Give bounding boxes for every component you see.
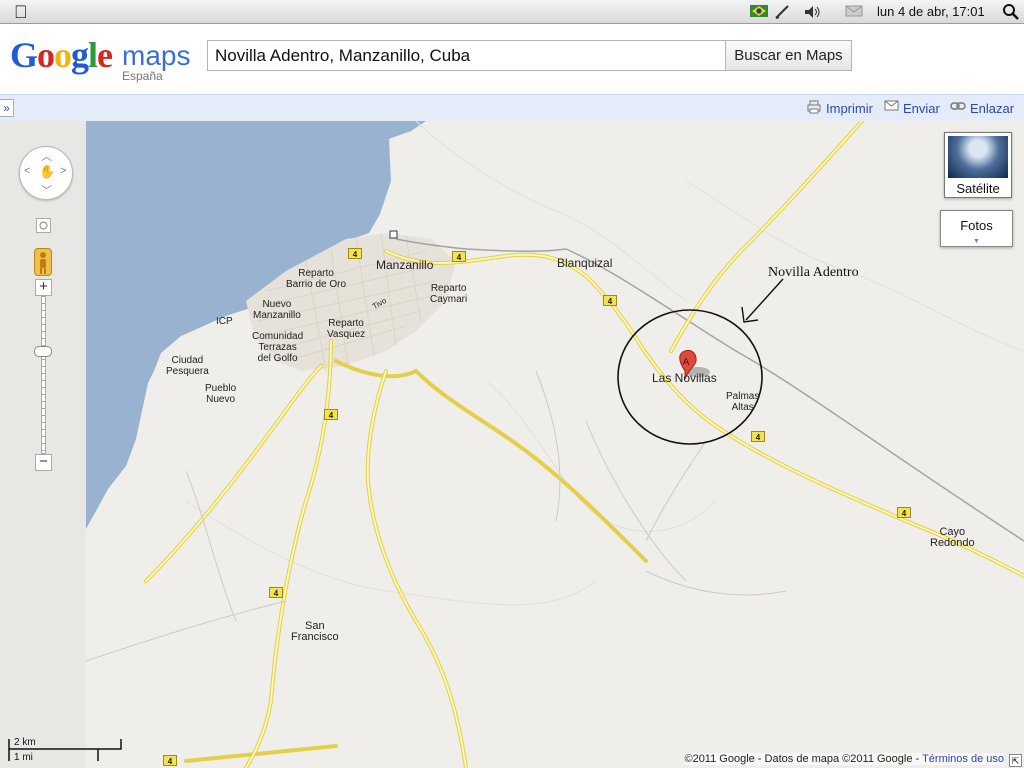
- apple-icon[interactable]: : [14, 2, 28, 22]
- highway-4-shield: 4: [348, 248, 362, 259]
- photos-button[interactable]: Fotos ▼: [940, 210, 1013, 247]
- scale-km-label: 2 km: [14, 737, 36, 748]
- highway-4-shield: 4: [897, 507, 911, 518]
- place-reparto-barrio-de-oro[interactable]: Reparto Barrio de Oro: [286, 268, 346, 290]
- map-canvas[interactable]: A Manzanillo Blanquizal Reparto Barrio d…: [86, 121, 1024, 768]
- maps-wordmark: maps: [122, 40, 191, 71]
- google-logo[interactable]: Google: [10, 37, 113, 73]
- pan-up-icon[interactable]: ︿: [41, 148, 52, 164]
- hand-icon: ✋: [39, 164, 56, 179]
- highway-4-shield: 4: [751, 431, 765, 442]
- street-view-pegman-icon[interactable]: [34, 248, 52, 276]
- volume-icon[interactable]: [804, 4, 822, 24]
- highway-4-shield: 4: [269, 587, 283, 598]
- envelope-icon[interactable]: [884, 100, 899, 115]
- pan-down-icon[interactable]: ﹀: [41, 182, 52, 198]
- place-comunidad-terrazas[interactable]: Comunidad Terrazas del Golfo: [252, 331, 303, 364]
- pan-control[interactable]: ︿ ﹀ < > ✋: [19, 146, 73, 200]
- highway-4-shield: 4: [163, 755, 177, 766]
- place-san-francisco[interactable]: San Francisco: [291, 621, 339, 643]
- map-drawing: A: [86, 121, 1024, 768]
- zoom-in-button[interactable]: +: [35, 279, 52, 296]
- place-pueblo-nuevo[interactable]: Pueblo Nuevo: [205, 383, 236, 405]
- print-link[interactable]: Imprimir: [826, 101, 873, 116]
- printer-icon[interactable]: [807, 100, 821, 117]
- place-icp[interactable]: ICP: [216, 316, 233, 327]
- terms-link[interactable]: Términos de uso: [922, 753, 1004, 765]
- satellite-label: Satélite: [956, 181, 1000, 196]
- spotlight-search-icon[interactable]: [1002, 3, 1020, 25]
- chevron-down-icon: ▼: [973, 238, 980, 245]
- copyright-notice: ©2011 Google - Datos de mapa ©2011 Googl…: [684, 753, 1004, 765]
- place-blanquizal[interactable]: Blanquizal: [557, 257, 612, 270]
- marker-letter: A: [683, 357, 690, 368]
- place-manzanillo[interactable]: Manzanillo: [376, 259, 433, 272]
- link-link[interactable]: Enlazar: [970, 101, 1014, 116]
- highway-4-shield: 4: [603, 295, 617, 306]
- mail-icon[interactable]: [845, 4, 863, 22]
- satellite-button[interactable]: Satélite: [944, 132, 1012, 198]
- pan-left-icon[interactable]: <: [24, 165, 30, 177]
- copyright-text: ©2011 Google - Datos de mapa ©2011 Googl…: [684, 753, 923, 765]
- zoom-out-button[interactable]: −: [35, 454, 52, 471]
- chain-link-icon[interactable]: [950, 100, 966, 115]
- highway-4-shield: 4: [452, 251, 466, 262]
- expand-panel-button[interactable]: »: [0, 99, 14, 117]
- annotation-label: Novilla Adentro: [768, 265, 859, 280]
- scale-bar: 2 km 1 mi: [8, 737, 122, 763]
- reset-view-button[interactable]: [36, 218, 51, 233]
- photos-label: Fotos: [960, 218, 993, 233]
- place-ciudad-pesquera[interactable]: Ciudad Pesquera: [166, 355, 209, 377]
- send-link[interactable]: Enviar: [903, 101, 940, 116]
- place-las-novillas[interactable]: Las Novillas: [652, 372, 717, 385]
- place-reparto-caymari[interactable]: Reparto Caymari: [430, 283, 467, 305]
- place-cayo-redondo[interactable]: Cayo Redondo: [930, 527, 975, 549]
- highway-4-shield: 4: [324, 409, 338, 420]
- toolbar: » Imprimir Enviar Enlazar: [0, 94, 1024, 121]
- search-button[interactable]: Buscar en Maps: [725, 40, 852, 71]
- place-palmas-altas[interactable]: Palmas Altas: [726, 391, 759, 413]
- scale-mi-label: 1 mi: [14, 752, 33, 763]
- header: Google maps España Buscar en Maps: [0, 25, 1024, 93]
- pen-icon[interactable]: [774, 4, 790, 24]
- region-label: España: [122, 69, 163, 83]
- menu-bar:  lun 4 de abr, 17:01: [0, 0, 1024, 24]
- zoom-slider-track[interactable]: [41, 296, 46, 454]
- resize-corner-icon[interactable]: ⇱: [1009, 754, 1022, 767]
- clock[interactable]: lun 4 de abr, 17:01: [877, 4, 985, 19]
- search-input[interactable]: [207, 40, 726, 71]
- pan-right-icon[interactable]: >: [60, 165, 66, 177]
- flag-icon[interactable]: [750, 4, 768, 22]
- place-reparto-vasquez[interactable]: Reparto Vasquez: [327, 318, 365, 340]
- zoom-slider-handle[interactable]: [34, 346, 52, 357]
- satellite-thumbnail: [948, 136, 1008, 178]
- place-nuevo-manzanillo[interactable]: Nuevo Manzanillo: [253, 299, 301, 321]
